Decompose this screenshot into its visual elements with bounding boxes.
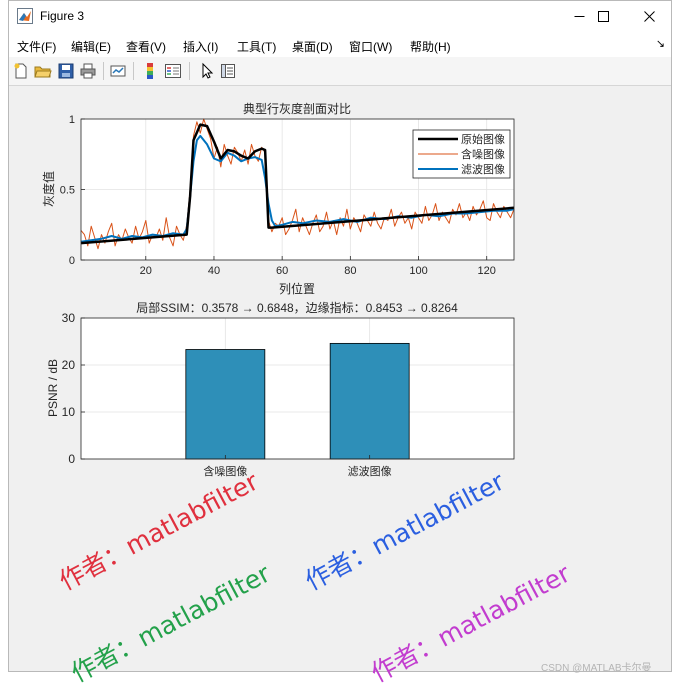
link-icon[interactable] (109, 62, 127, 80)
legend-label-original: 原始图像 (461, 132, 505, 146)
x-tick-label: 60 (276, 265, 288, 277)
legend-label-filtered: 滤波图像 (461, 163, 505, 176)
pointer-icon[interactable] (198, 62, 216, 80)
menu-desktop[interactable]: 桌面(D) (292, 38, 333, 55)
bar-noisy (185, 349, 266, 460)
x-tick-label: 80 (344, 265, 356, 277)
print-icon[interactable] (79, 62, 97, 80)
x-tick-label: 40 (208, 265, 220, 277)
property-editor-icon[interactable] (219, 62, 237, 80)
y-tick-label: 0 (69, 255, 75, 267)
line-chart-legend[interactable]: 原始图像 含噪图像 滤波图像 (412, 129, 511, 179)
menu-overflow-arrow-icon[interactable]: ↘ (656, 37, 665, 50)
x-tick-label: 100 (409, 265, 427, 277)
matlab-app-icon (17, 8, 33, 24)
bar-axes-background (81, 318, 514, 459)
x-tick-label: 滤波图像 (348, 465, 392, 478)
bar-filtered (329, 342, 410, 460)
menu-insert[interactable]: 插入(I) (183, 38, 218, 55)
toolbar-separator (189, 62, 190, 80)
y-tick-label: 20 (62, 358, 76, 372)
menu-help[interactable]: 帮助(H) (410, 38, 451, 55)
y-tick-label: 30 (62, 311, 76, 325)
line-chart-xlabel: 列位置 (279, 281, 315, 296)
title-bar: Figure 3 (9, 1, 671, 32)
close-button[interactable] (626, 1, 671, 32)
legend-label-noisy: 含噪图像 (461, 147, 505, 161)
line-chart-title: 典型行灰度剖面对比 (243, 101, 351, 116)
menu-window[interactable]: 窗口(W) (349, 38, 392, 55)
menu-edit[interactable]: 编辑(E) (71, 38, 111, 55)
close-icon (643, 11, 655, 22)
menu-file[interactable]: 文件(F) (17, 38, 56, 55)
y-tick-label: 10 (62, 405, 76, 419)
bar-chart-ylabel: PSNR / dB (46, 359, 60, 417)
y-tick-label: 0.5 (60, 185, 75, 197)
figure-toolbar (9, 57, 671, 86)
menu-tools[interactable]: 工具(T) (237, 38, 276, 55)
maximize-icon (597, 11, 609, 22)
line-chart-ylabel: 灰度值 (41, 171, 56, 207)
open-folder-icon[interactable] (34, 62, 52, 80)
save-icon[interactable] (57, 62, 75, 80)
bar-chart-title: 局部SSIM：0.3578 → 0.6848，边缘指标：0.8453 → 0.8… (136, 300, 458, 315)
x-tick-label: 20 (140, 265, 152, 277)
colorbar-icon[interactable] (142, 62, 160, 80)
y-tick-label: 1 (69, 114, 75, 126)
maximize-button[interactable] (580, 1, 626, 32)
csdn-credit: CSDN @MATLAB卡尔曼 (541, 663, 652, 674)
toolbar-separator (103, 62, 104, 80)
window-title: Figure 3 (40, 9, 85, 23)
legend-icon[interactable] (164, 62, 182, 80)
y-tick-label: 0 (68, 452, 75, 466)
menu-view[interactable]: 查看(V) (126, 38, 166, 55)
new-figure-icon[interactable] (12, 62, 30, 80)
menu-bar: 文件(F) 编辑(E) 查看(V) 插入(I) 工具(T) 桌面(D) 窗口(W… (9, 32, 671, 57)
x-tick-label: 120 (478, 265, 496, 277)
toolbar-separator (133, 62, 134, 80)
